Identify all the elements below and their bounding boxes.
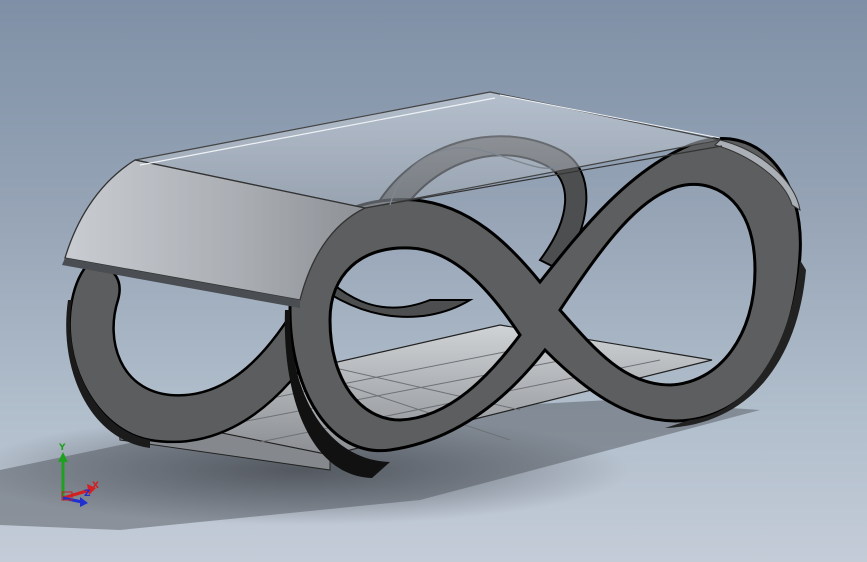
x-axis-label: X bbox=[92, 481, 99, 491]
graphics-viewport[interactable]: Y X Z bbox=[0, 0, 867, 562]
glass-top bbox=[62, 91, 801, 308]
model-view[interactable] bbox=[0, 0, 867, 562]
coordinate-triad: Y X Z bbox=[50, 440, 110, 510]
z-axis-label: Z bbox=[84, 489, 91, 499]
y-axis-arrow bbox=[58, 452, 68, 462]
y-axis-label: Y bbox=[59, 443, 66, 453]
